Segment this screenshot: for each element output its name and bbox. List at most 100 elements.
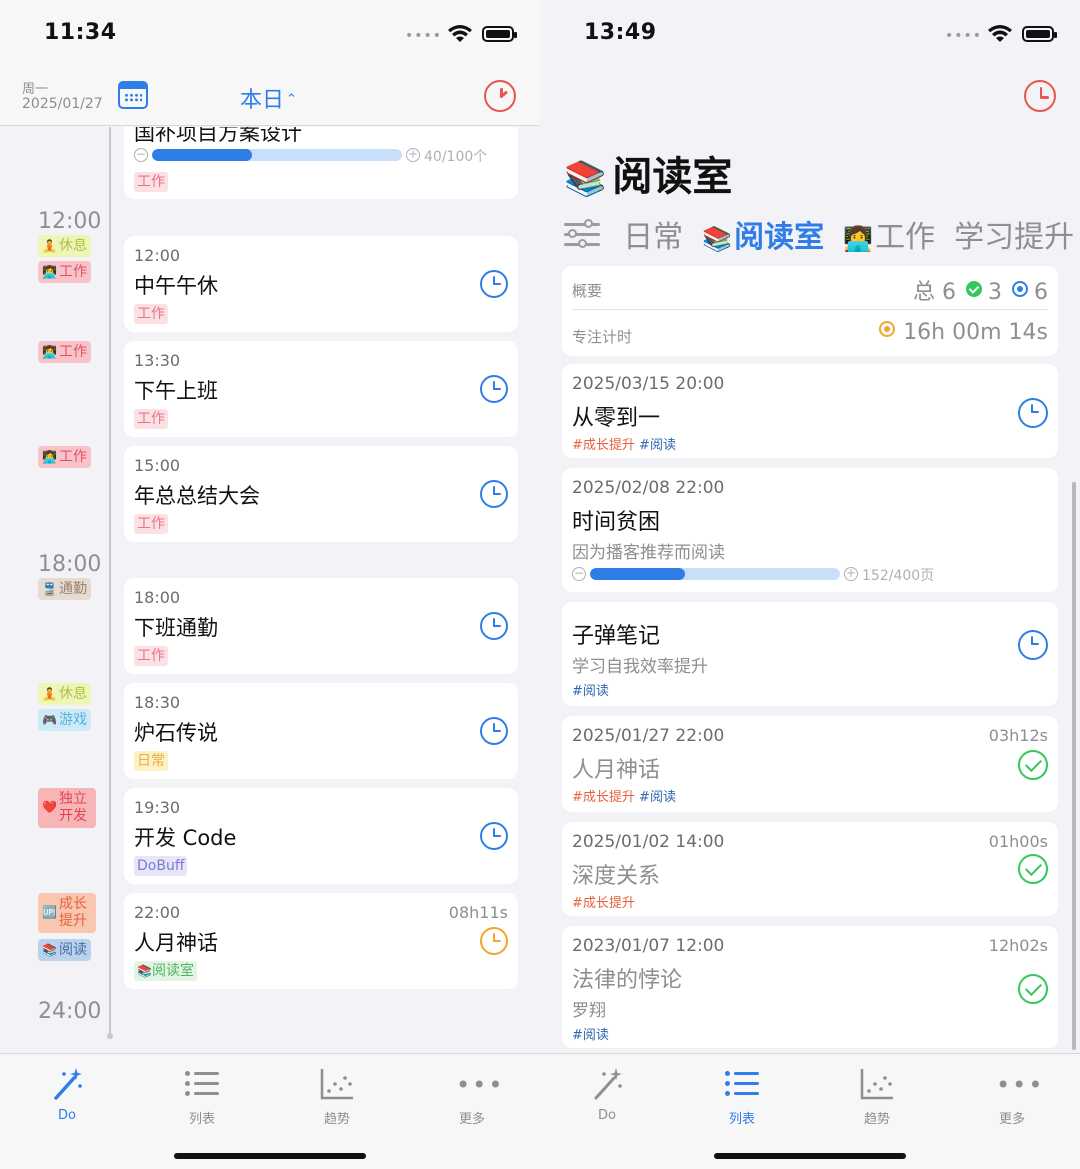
focus-icon <box>879 321 896 337</box>
hour-label: 12:00 <box>38 209 102 234</box>
event-card[interactable]: 国补项目方案设计 − + 40/100个 工作 <box>124 127 518 199</box>
more-icon: ••• <box>456 1071 505 1099</box>
timeline-tag-rest: 🧘 休息 <box>38 683 91 705</box>
category-tabs: 日常 📚阅读室 👩‍💻工作 学习提升 <box>564 212 1080 256</box>
event-card[interactable]: 22:00 08h11s 人月神话 📚阅读室 <box>124 893 518 989</box>
event-card[interactable]: 15:00 年总总结大会 工作 <box>124 446 518 542</box>
event-title: 开发 Code <box>134 826 237 850</box>
day-header: 周一 2025/01/27 本日 ⌃ <box>0 64 540 126</box>
tab-learning[interactable]: 学习提升 <box>954 212 1074 256</box>
timeline[interactable]: 国补项目方案设计 − + 40/100个 工作 12:00 🧘 休息 👩‍💻 工作 … <box>0 127 540 1059</box>
date-label: 2025/01/27 <box>22 96 103 112</box>
timeline-tag-commute: 🚆 通勤 <box>38 578 91 600</box>
list-icon <box>707 1066 777 1102</box>
event-tag: 工作 <box>134 304 168 324</box>
decrement-icon[interactable]: − <box>572 567 586 581</box>
item-tags: #成长提升 #阅读 <box>572 438 676 453</box>
item-duration: 12h02s <box>988 936 1048 955</box>
event-time: 18:30 <box>134 693 181 712</box>
tab-more[interactable]: ••• 更多 <box>977 1066 1047 1127</box>
timer-clock-icon[interactable] <box>1024 80 1056 112</box>
tab-do[interactable]: Do <box>32 1066 102 1123</box>
event-card[interactable]: 12:00 中午午休 工作 <box>124 236 518 332</box>
event-time: 15:00 <box>134 456 181 475</box>
decrement-icon[interactable]: − <box>134 148 148 162</box>
tab-reading-room[interactable]: 📚阅读室 <box>702 212 824 256</box>
event-time: 12:00 <box>134 246 181 265</box>
progress-fill <box>590 568 685 580</box>
clock-icon[interactable] <box>1018 630 1048 660</box>
list-item[interactable]: 2023/01/07 12:00 12h02s 法律的悖论 罗翔 #阅读 <box>562 926 1058 1048</box>
tab-list[interactable]: 列表 <box>707 1066 777 1127</box>
clock-icon[interactable] <box>480 480 508 508</box>
clock-icon[interactable] <box>480 612 508 640</box>
tab-trend[interactable]: 趋势 <box>842 1066 912 1127</box>
cellular-icon: •••• <box>944 28 982 44</box>
list-item[interactable]: 2025/01/27 22:00 03h12s 人月神话 #成长提升 #阅读 <box>562 716 1058 812</box>
check-circle-icon <box>966 281 982 297</box>
event-card[interactable]: 18:30 炉石传说 日常 <box>124 683 518 779</box>
list-item[interactable]: 2025/02/08 22:00 时间贫困 因为播客推荐而阅读 − + 152/… <box>562 468 1058 592</box>
list-item[interactable]: 2025/03/15 20:00 从零到一 #成长提升 #阅读 <box>562 364 1058 458</box>
increment-icon[interactable]: + <box>844 567 858 581</box>
progress-track <box>152 149 402 161</box>
timeline-tag-game: 🎮 游戏 <box>38 709 91 731</box>
list-item[interactable]: 子弹笔记 学习自我效率提升 #阅读 <box>562 602 1058 706</box>
event-title: 中午午休 <box>134 274 218 298</box>
item-title: 从零到一 <box>572 406 661 431</box>
cellular-icon: •••• <box>404 28 442 44</box>
clock-icon[interactable] <box>480 375 508 403</box>
event-card[interactable]: 13:30 下午上班 工作 <box>124 341 518 437</box>
check-circle-icon[interactable] <box>1018 750 1048 780</box>
tab-trend[interactable]: 趋势 <box>302 1066 372 1127</box>
event-title: 年总总结大会 <box>134 484 260 508</box>
focus-time: 16h 00m 14s <box>879 320 1048 345</box>
event-title: 炉石传说 <box>134 721 218 745</box>
event-card[interactable]: 19:30 开发 Code DoBuff <box>124 788 518 884</box>
focus-label: 专注计时 <box>572 328 633 346</box>
item-tags: #成长提升 #阅读 <box>572 790 676 805</box>
item-tags: #阅读 <box>572 684 609 699</box>
event-card[interactable]: 18:00 下班通勤 工作 <box>124 578 518 674</box>
item-subtitle: 因为播客推荐而阅读 <box>572 543 725 563</box>
list-icon <box>167 1066 237 1102</box>
list-item[interactable]: 2025/01/02 14:00 01h00s 深度关系 #成长提升 <box>562 822 1058 916</box>
item-subtitle: 罗翔 <box>572 1001 606 1021</box>
increment-icon[interactable]: + <box>406 148 420 162</box>
item-tags: #阅读 <box>572 1028 609 1043</box>
range-label: 本日 <box>240 88 285 113</box>
check-circle-icon[interactable] <box>1018 854 1048 884</box>
clock-icon[interactable] <box>480 822 508 850</box>
clock-icon[interactable] <box>1018 398 1048 428</box>
filter-sliders-icon[interactable] <box>564 217 604 251</box>
item-date: 2023/01/07 12:00 <box>572 936 725 956</box>
tab-work[interactable]: 👩‍💻工作 <box>843 212 935 256</box>
progress-label: 40/100个 <box>424 149 488 165</box>
tab-list[interactable]: 列表 <box>167 1066 237 1127</box>
event-tag: 工作 <box>134 646 168 666</box>
event-tag: DoBuff <box>134 856 188 876</box>
clock-icon[interactable] <box>480 717 508 745</box>
tab-daily[interactable]: 日常 <box>623 212 683 256</box>
hour-label: 18:00 <box>38 552 102 577</box>
battery-icon <box>1022 26 1057 42</box>
check-circle-icon[interactable] <box>1018 974 1048 1004</box>
status-bar: 11:34 •••• <box>0 0 540 64</box>
scrollbar[interactable] <box>1072 482 1076 1050</box>
summary-card: 概要 总 636 专注计时 16h 00m 14s <box>562 266 1058 356</box>
clock-icon[interactable] <box>480 927 508 955</box>
wifi-icon <box>988 25 1012 42</box>
tab-do[interactable]: Do <box>572 1066 642 1123</box>
timeline-tag-reading: 📚 阅读 <box>38 939 91 961</box>
calendar-icon[interactable] <box>118 81 148 109</box>
event-tag: 工作 <box>134 172 168 192</box>
target-icon <box>1012 281 1028 297</box>
range-selector[interactable]: 本日 ⌃ <box>240 82 297 114</box>
item-title: 法律的悖论 <box>572 968 683 993</box>
focus-row: 专注计时 16h 00m 14s <box>572 312 1048 356</box>
overview-row: 概要 总 636 <box>572 266 1048 310</box>
magic-wand-icon <box>32 1066 102 1102</box>
clock-icon[interactable] <box>480 270 508 298</box>
timer-clock-icon[interactable] <box>484 80 516 112</box>
tab-more[interactable]: ••• 更多 <box>437 1066 507 1127</box>
